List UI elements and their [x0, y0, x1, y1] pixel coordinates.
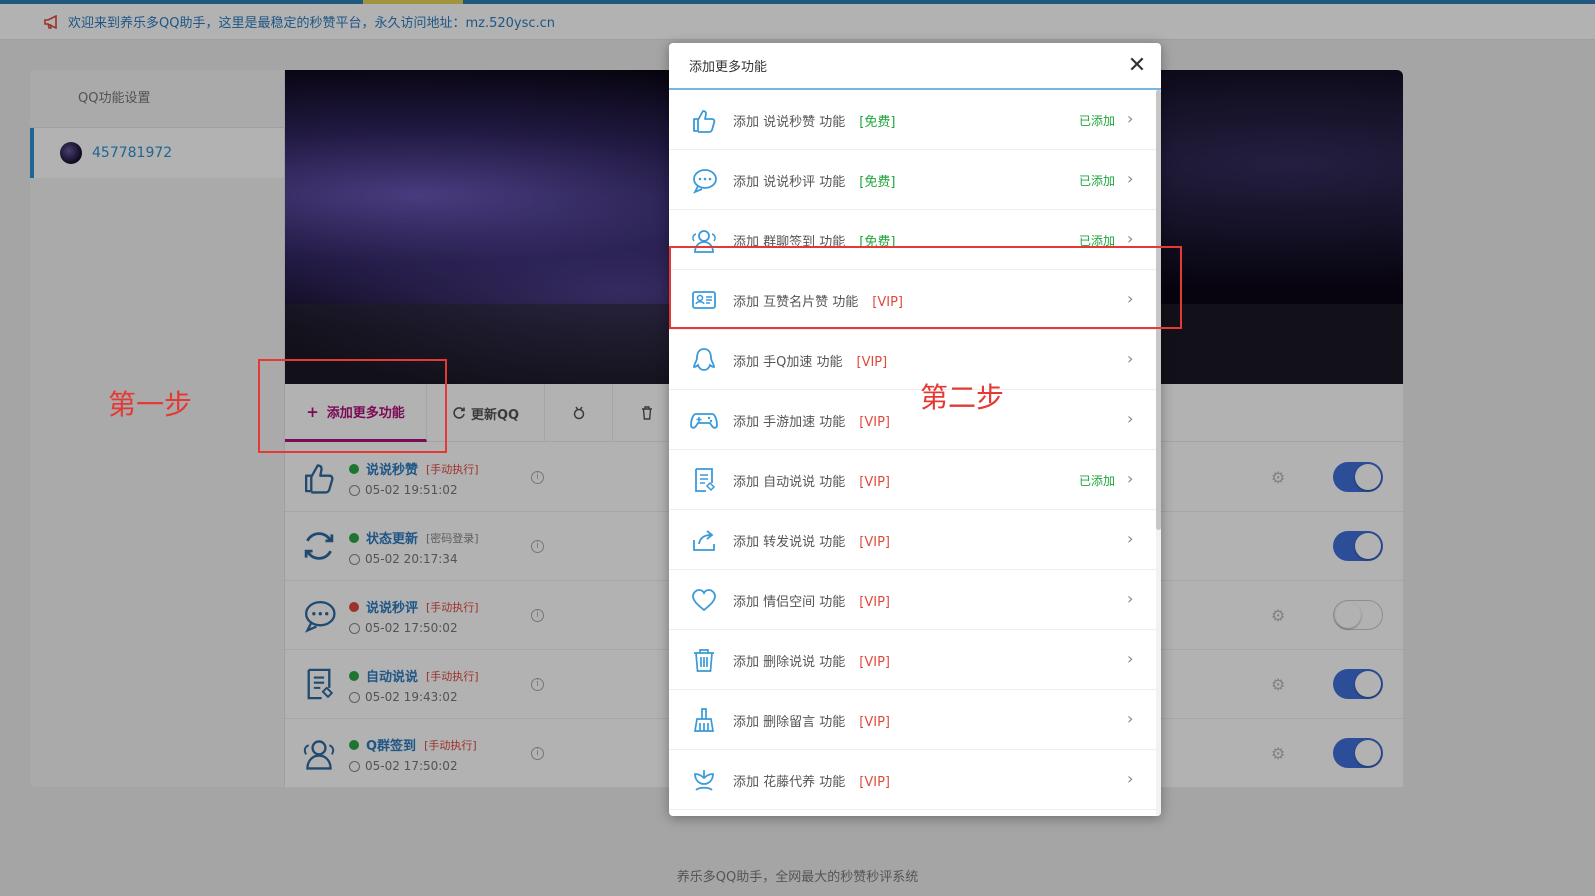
feature-label: 添加 自动说说 功能 [VIP] [733, 475, 890, 490]
feature-label: 添加 删除留言 功能 [VIP] [733, 715, 890, 730]
modal-header: 添加更多功能 ✕ [669, 43, 1161, 90]
feature-tag: [VIP] [859, 475, 890, 490]
added-status: 已添加 [1079, 174, 1116, 188]
feature-list-item[interactable]: 添加 手Q加速 功能 [VIP] › [669, 330, 1157, 390]
add-features-modal: 添加更多功能 ✕ 添加 说说秒赞 功能 [免费] 已添加 › 添加 说说秒评 功能 [免费… [669, 43, 1161, 816]
share-icon [690, 526, 718, 554]
feature-tag: [VIP] [859, 775, 890, 790]
chevron-right-icon: › [1127, 769, 1134, 788]
feature-tag: [免费] [859, 115, 896, 130]
chevron-right-icon: › [1127, 649, 1134, 668]
feature-tag: [VIP] [859, 655, 890, 670]
broom-icon [690, 706, 718, 734]
heart-icon [690, 586, 718, 614]
step1-highlight [258, 359, 447, 453]
added-status: 已添加 [1079, 474, 1116, 488]
feature-tag: [免费] [859, 175, 896, 190]
chevron-right-icon: › [1127, 709, 1134, 728]
penguin-icon [690, 346, 718, 374]
chevron-right-icon: › [1127, 469, 1134, 488]
added-status: 已添加 [1079, 114, 1116, 128]
document-icon [690, 466, 718, 494]
feature-list-item[interactable]: 添加 转发说说 功能 [VIP] › [669, 510, 1157, 570]
feature-list-item[interactable]: 添加 说说秒评 功能 [免费] 已添加 › [669, 150, 1157, 210]
step2-highlight [669, 246, 1182, 329]
feature-label: 添加 情侣空间 功能 [VIP] [733, 595, 890, 610]
feature-list-item[interactable]: 添加 花藤代养 功能 [VIP] › [669, 750, 1157, 810]
feature-list-item[interactable]: 添加 自动说说 功能 [VIP] 已添加 › [669, 450, 1157, 510]
chevron-right-icon: › [1127, 589, 1134, 608]
flower-icon [690, 766, 718, 794]
feature-label: 添加 说说秒评 功能 [免费] [733, 175, 896, 190]
gamepad-icon [690, 406, 718, 434]
feature-tag: [VIP] [859, 715, 890, 730]
chevron-right-icon: › [1127, 529, 1134, 548]
modal-scrollbar[interactable] [1156, 90, 1161, 816]
feature-tag: [VIP] [859, 415, 890, 430]
step1-label: 第一步 [108, 388, 193, 421]
chevron-right-icon: › [1127, 409, 1134, 428]
feature-list-item[interactable]: 添加 情侣空间 功能 [VIP] › [669, 570, 1157, 630]
feature-tag: [VIP] [859, 535, 890, 550]
feature-label: 添加 说说秒赞 功能 [免费] [733, 115, 896, 130]
modal-title: 添加更多功能 [689, 60, 768, 75]
feature-label: 添加 花藤代养 功能 [VIP] [733, 775, 890, 790]
feature-list-item[interactable]: 添加 手游加速 功能 [VIP] › [669, 390, 1157, 450]
chevron-right-icon: › [1127, 169, 1134, 188]
feature-list-item[interactable]: 添加 说说秒赞 功能 [免费] 已添加 › [669, 90, 1157, 150]
close-icon[interactable]: ✕ [1125, 54, 1149, 78]
thumbs-up-icon [690, 106, 718, 134]
feature-label: 添加 手Q加速 功能 [VIP] [733, 355, 888, 370]
feature-list: 添加 说说秒赞 功能 [免费] 已添加 › 添加 说说秒评 功能 [免费] 已添加 › 添加 群… [669, 90, 1157, 810]
trash-icon [690, 646, 718, 674]
footer-text: 养乐多QQ助手，全网最大的秒赞秒评系统 [676, 870, 919, 885]
chevron-right-icon: › [1127, 349, 1134, 368]
feature-list-item[interactable]: 添加 删除说说 功能 [VIP] › [669, 630, 1157, 690]
step2-label: 第二步 [920, 381, 1005, 414]
feature-tag: [VIP] [856, 355, 888, 370]
chevron-right-icon: › [1127, 109, 1134, 128]
feature-label: 添加 手游加速 功能 [VIP] [733, 415, 890, 430]
feature-label: 添加 转发说说 功能 [VIP] [733, 535, 890, 550]
feature-label: 添加 删除说说 功能 [VIP] [733, 655, 890, 670]
feature-tag: [VIP] [859, 595, 890, 610]
feature-list-item[interactable]: 添加 删除留言 功能 [VIP] › [669, 690, 1157, 750]
chat-icon [690, 166, 718, 194]
